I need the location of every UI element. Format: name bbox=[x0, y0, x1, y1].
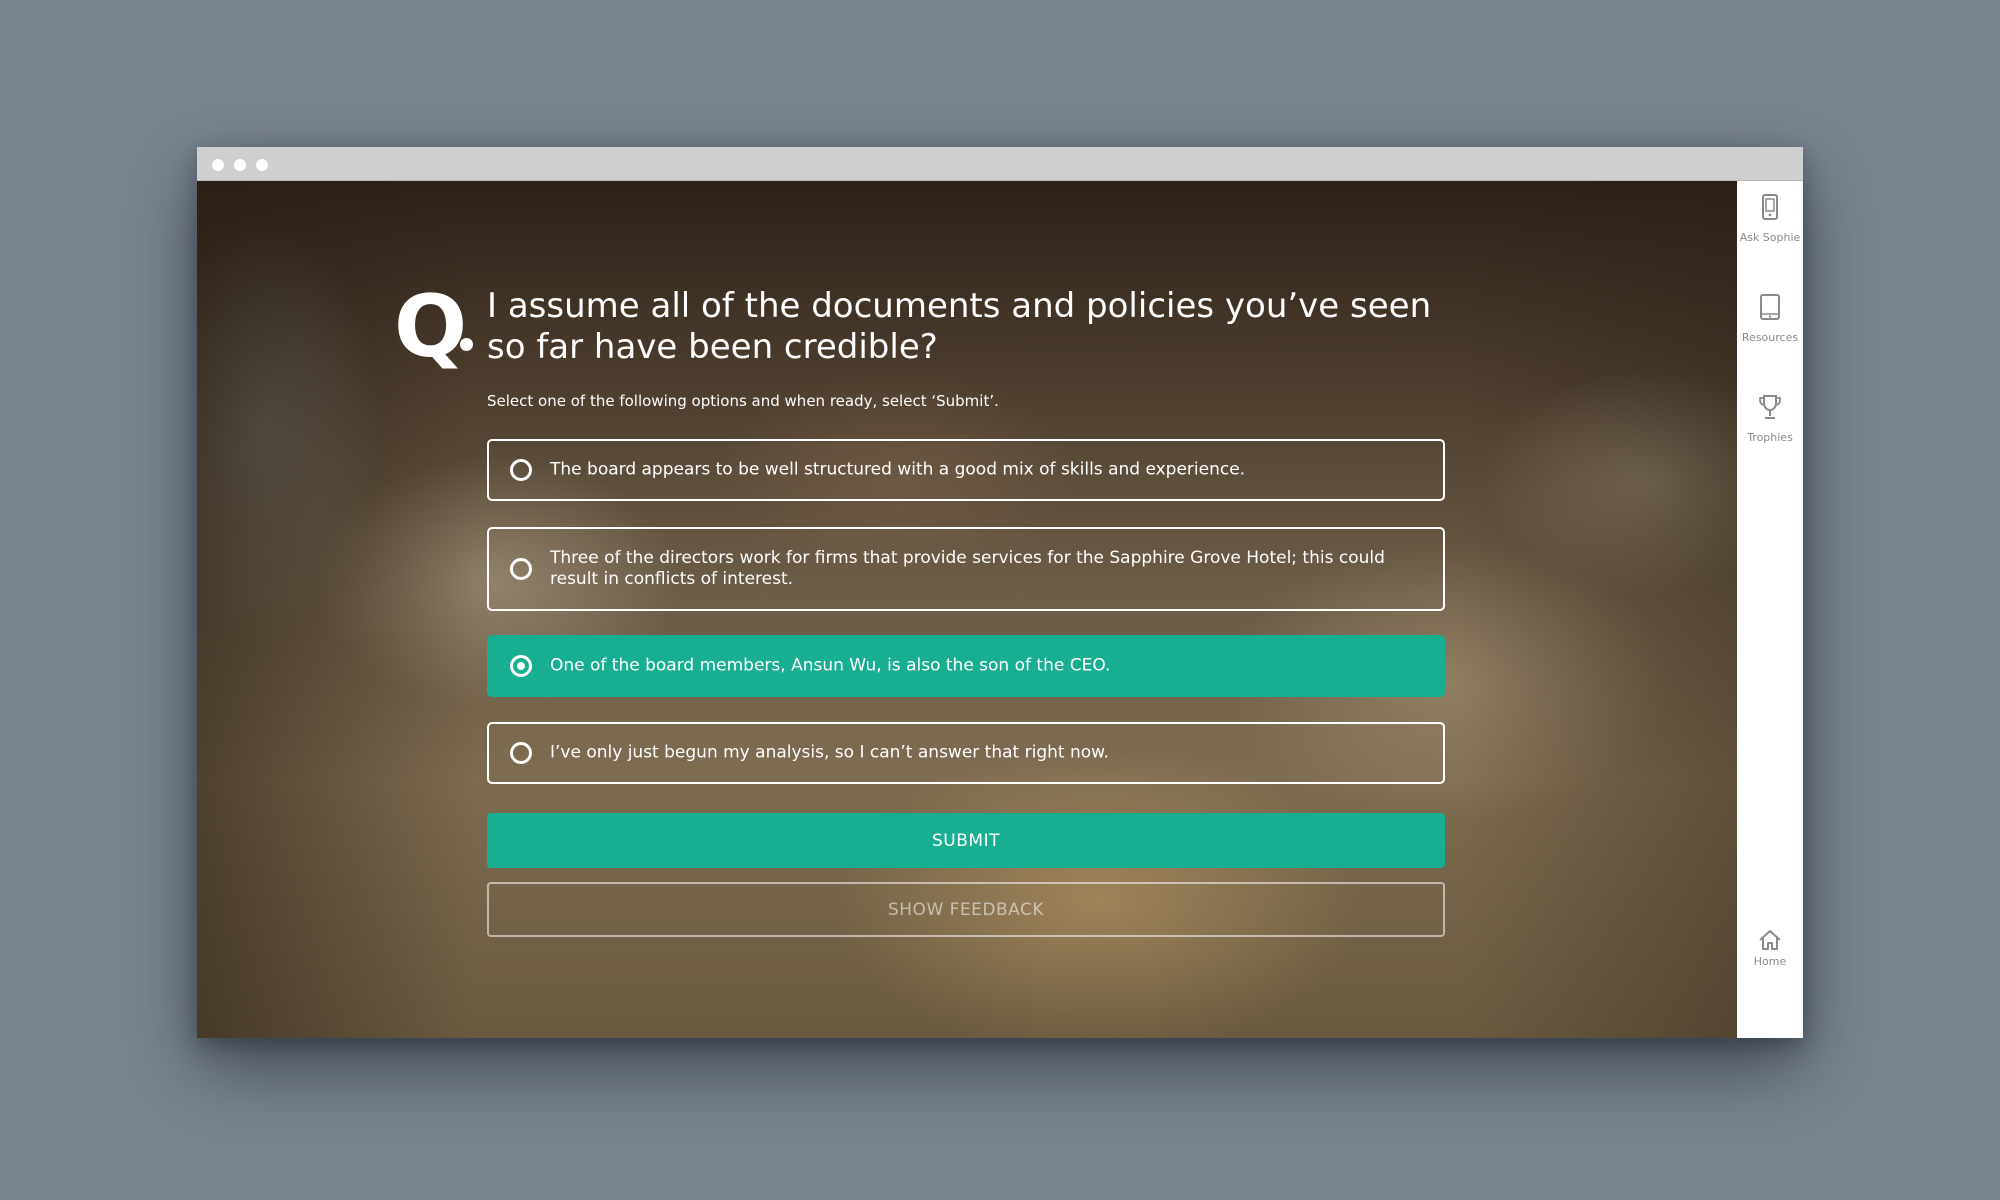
window-maximize-dot[interactable] bbox=[256, 159, 268, 171]
radio-button[interactable] bbox=[510, 459, 532, 481]
app-window: Q I assume all of the documents and poli… bbox=[197, 147, 1803, 1038]
tablet-icon bbox=[1760, 294, 1780, 320]
radio-dot bbox=[517, 662, 525, 670]
window-close-dot[interactable] bbox=[212, 159, 224, 171]
question-text: I assume all of the documents and polici… bbox=[487, 286, 1432, 367]
radio-button[interactable] bbox=[510, 558, 532, 580]
radio-button-selected[interactable] bbox=[510, 655, 532, 677]
phone-icon bbox=[1762, 194, 1778, 220]
answer-option-label: The board appears to be well structured … bbox=[550, 459, 1246, 480]
sidebar-item-label: Trophies bbox=[1747, 431, 1793, 444]
sidebar-item-resources[interactable]: Resources bbox=[1737, 293, 1803, 344]
question-mark-glyph: Q bbox=[394, 277, 467, 377]
trophy-icon bbox=[1759, 395, 1781, 419]
home-icon bbox=[1759, 930, 1781, 950]
sidebar-item-label: Home bbox=[1753, 955, 1787, 968]
answer-option-4[interactable]: I’ve only just begun my analysis, so I c… bbox=[487, 722, 1445, 784]
question-instruction: Select one of the following options and … bbox=[487, 392, 999, 410]
sidebar-item-ask-sophie[interactable]: Ask Sophie bbox=[1737, 193, 1803, 244]
sidebar-item-home[interactable]: Home bbox=[1737, 927, 1803, 968]
sidebar-item-trophies[interactable]: Trophies bbox=[1737, 393, 1803, 444]
window-minimize-dot[interactable] bbox=[234, 159, 246, 171]
answer-option-2[interactable]: Three of the directors work for firms th… bbox=[487, 527, 1445, 611]
submit-button[interactable]: SUBMIT bbox=[487, 813, 1445, 868]
quiz-stage: Q I assume all of the documents and poli… bbox=[197, 181, 1737, 1038]
answer-option-label: Three of the directors work for firms th… bbox=[550, 548, 1385, 589]
sidebar-item-label: Resources bbox=[1741, 331, 1799, 344]
right-sidebar: Ask Sophie Resources Trophies Home bbox=[1737, 181, 1803, 1038]
show-feedback-button[interactable]: SHOW FEEDBACK bbox=[487, 882, 1445, 937]
answer-option-3[interactable]: One of the board members, Ansun Wu, is a… bbox=[487, 635, 1445, 697]
answer-option-label: I’ve only just begun my analysis, so I c… bbox=[550, 742, 1109, 763]
radio-button[interactable] bbox=[510, 742, 532, 764]
window-titlebar bbox=[197, 147, 1803, 181]
question-mark-dot bbox=[460, 338, 473, 351]
answer-option-label: One of the board members, Ansun Wu, is a… bbox=[550, 655, 1111, 676]
sidebar-item-label: Ask Sophie bbox=[1739, 231, 1801, 244]
answer-option-1[interactable]: The board appears to be well structured … bbox=[487, 439, 1445, 501]
